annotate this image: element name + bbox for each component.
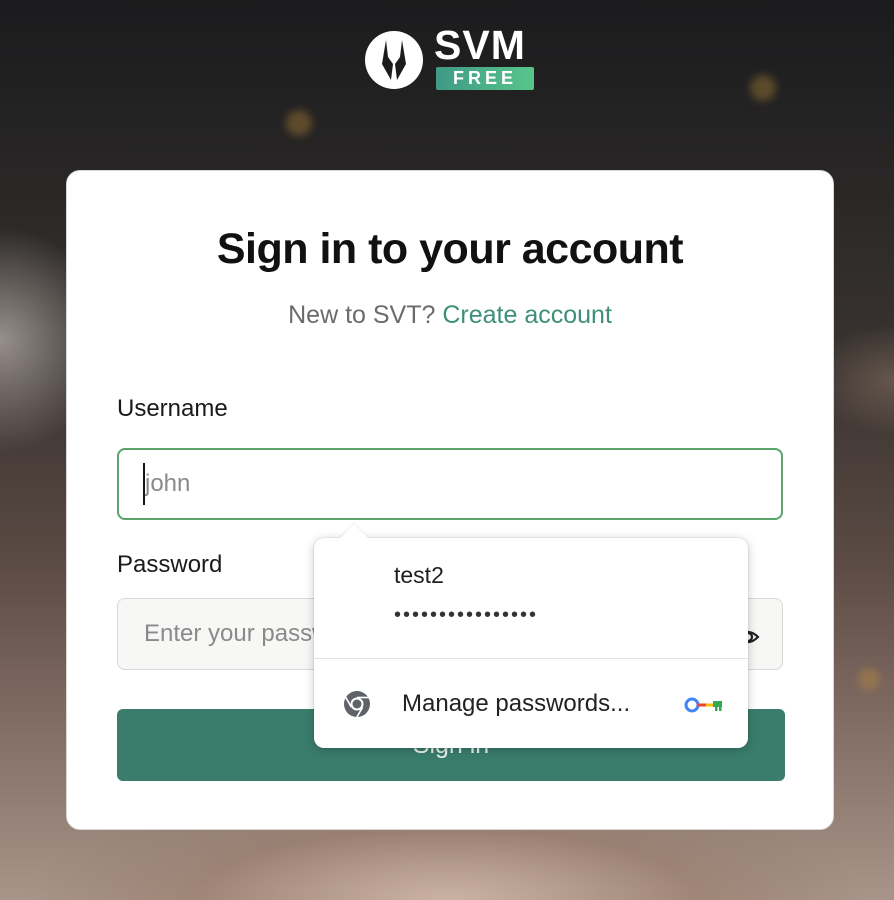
password-label: Password — [117, 551, 223, 578]
signup-prompt-text: New to SVT? — [288, 301, 436, 329]
plan-badge: FREE — [436, 67, 534, 90]
page-title: Sign in to your account — [216, 225, 684, 273]
username-label: Username — [117, 395, 228, 422]
brand-logo: SVM FREE — [364, 22, 539, 92]
logo-mark-icon — [365, 31, 423, 89]
signup-prompt: New to SVT? Create account — [67, 301, 833, 330]
manage-passwords-label: Manage passwords... — [402, 690, 631, 717]
manage-passwords-item[interactable]: Manage passwords... — [314, 659, 748, 748]
create-account-link[interactable]: Create account — [442, 301, 612, 329]
saved-password-mask: •••••••••••••••• — [394, 604, 539, 626]
brand-name: SVM — [434, 22, 526, 68]
username-input[interactable] — [117, 448, 783, 520]
bokeh-light — [858, 668, 880, 690]
saved-username: test2 — [394, 562, 444, 588]
saved-credential-item[interactable]: test2 •••••••••••••••• — [314, 538, 748, 658]
text-caret — [143, 463, 145, 505]
bokeh-light — [286, 110, 312, 136]
key-icon — [684, 697, 722, 713]
chrome-icon — [344, 691, 370, 718]
bokeh-light — [750, 75, 776, 101]
password-autofill-popup: test2 •••••••••••••••• Manage passwords.… — [314, 523, 748, 748]
